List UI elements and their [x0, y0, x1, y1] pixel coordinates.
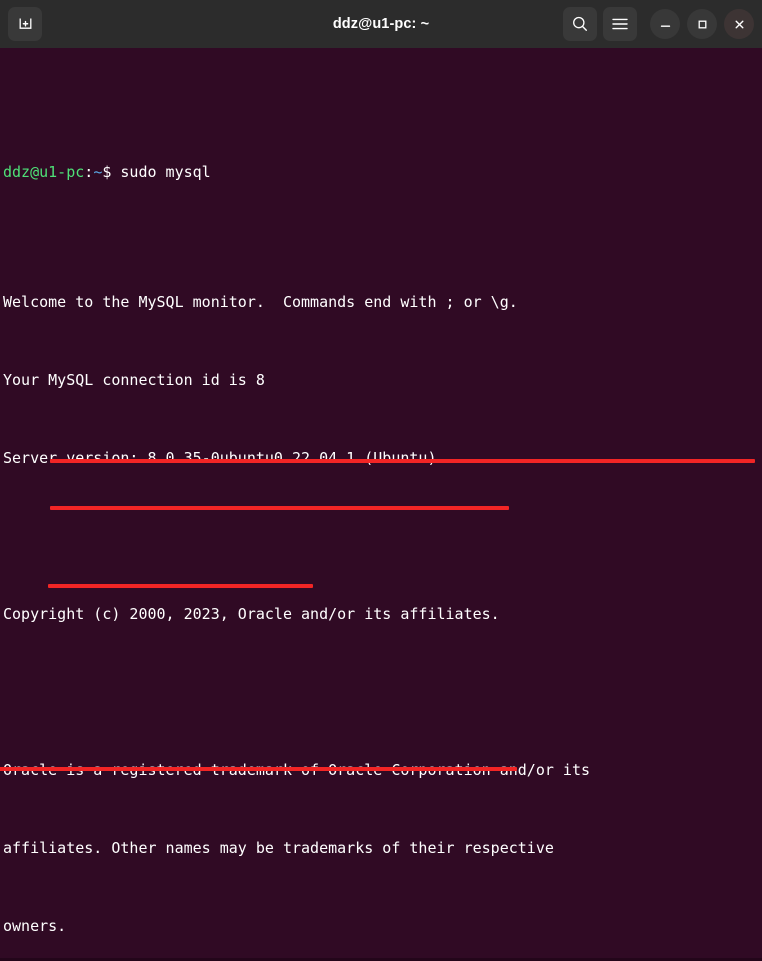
shell-prompt-line: ddz@u1-pc:~$ sudo mysql [3, 159, 762, 185]
maximize-button[interactable] [687, 9, 717, 39]
prompt-sigil: $ [102, 163, 121, 181]
terminal-window: ddz@u1-pc: ~ ddz@u1-pc:~$ sudo mysql Wel… [0, 0, 762, 961]
output-line: Your MySQL connection id is 8 [3, 371, 265, 389]
search-icon[interactable] [563, 7, 597, 41]
minimize-button[interactable] [650, 9, 680, 39]
output-line: owners. [3, 917, 67, 935]
terminal-body[interactable]: ddz@u1-pc:~$ sudo mysql Welcome to the M… [0, 48, 762, 961]
output-blank-line [3, 523, 762, 549]
close-button[interactable] [724, 9, 754, 39]
prompt-path: ~ [93, 163, 103, 181]
output-line: Welcome to the MySQL monitor. Commands e… [3, 293, 518, 311]
titlebar-right-group [563, 7, 754, 41]
hamburger-menu-icon[interactable] [603, 7, 637, 41]
underline-flush-privileges [48, 584, 313, 588]
underline-admin-row [0, 767, 517, 771]
output-blank-line [3, 679, 762, 705]
prompt-user-host: ddz@u1-pc [3, 163, 85, 181]
shell-command: sudo mysql [120, 163, 211, 181]
prompt-colon: : [84, 163, 94, 181]
output-line: Copyright (c) 2000, 2023, Oracle and/or … [3, 605, 500, 623]
new-tab-icon[interactable] [8, 7, 42, 41]
titlebar-left-group [8, 7, 48, 41]
underline-alter-user [50, 459, 755, 463]
underline-grant-privileges [50, 506, 509, 510]
output-line: Server version: 8.0.35-0ubuntu0.22.04.1 … [3, 449, 437, 467]
title-bar: ddz@u1-pc: ~ [0, 0, 762, 48]
output-line: affiliates. Other names may be trademark… [3, 839, 554, 857]
